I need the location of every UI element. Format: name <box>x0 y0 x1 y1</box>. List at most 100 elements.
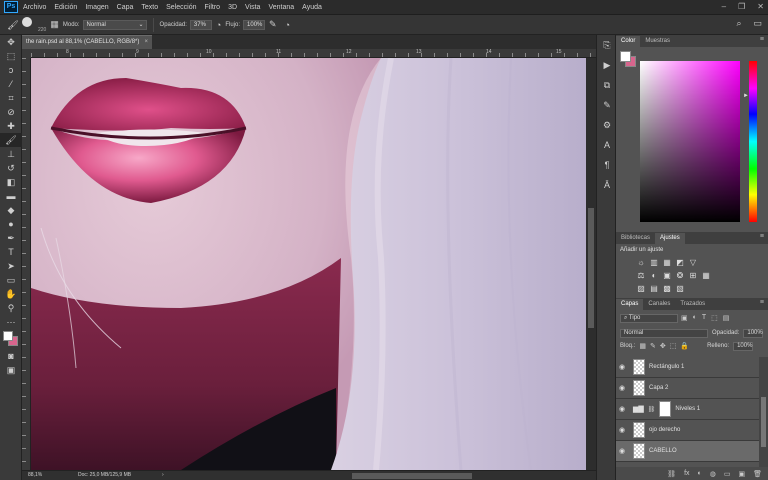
healing-brush-tool-icon[interactable]: ✚ <box>0 119 22 133</box>
color-lookup-icon[interactable]: ▦ <box>701 271 711 280</box>
exposure-icon[interactable]: ◩ <box>675 258 685 267</box>
layer-name[interactable]: Capa 2 <box>649 385 668 391</box>
vibrance-icon[interactable]: ▽ <box>688 258 698 267</box>
black-white-icon[interactable]: ▣ <box>662 271 672 280</box>
brush-size[interactable]: 220 <box>38 27 46 33</box>
delete-layer-icon[interactable]: 🗑 <box>753 470 762 478</box>
menu-vista[interactable]: Vista <box>245 4 260 11</box>
menu-imagen[interactable]: Imagen <box>85 4 108 11</box>
layer-style-icon[interactable]: fx <box>684 470 689 477</box>
hue-saturation-icon[interactable]: ⚖ <box>636 271 646 280</box>
history-brush-tool-icon[interactable]: ↺ <box>0 161 22 175</box>
layer-row[interactable]: ◉ Rectángulo 1 <box>616 357 759 378</box>
adjustment-filter-icon[interactable]: ◐ <box>693 314 697 322</box>
layer-row[interactable]: ◉ Capa 2 <box>616 378 759 399</box>
menu-filtro[interactable]: Filtro <box>205 4 221 11</box>
workspace-icon[interactable]: ▭ <box>753 18 762 29</box>
scroll-thumb[interactable] <box>761 397 766 447</box>
move-tool-icon[interactable]: ✥ <box>0 35 22 49</box>
actions-icon[interactable]: ▶ <box>597 55 617 75</box>
saturation-value-field[interactable] <box>640 61 740 222</box>
mode-select[interactable]: Normal ⌄ <box>82 19 147 30</box>
paragraph-icon[interactable]: ¶ <box>597 155 617 175</box>
add-mask-icon[interactable]: ◐ <box>698 470 702 477</box>
layer-mask-thumbnail[interactable] <box>659 401 672 417</box>
doc-size[interactable]: Doc: 25,0 MB/125,9 MB <box>78 471 131 480</box>
new-layer-icon[interactable]: ▣ <box>738 470 745 478</box>
brightness-icon[interactable]: ☼ <box>636 258 646 267</box>
foreground-color-swatch[interactable] <box>620 51 631 62</box>
shape-filter-icon[interactable]: ⬚ <box>711 314 718 322</box>
photo-filter-icon[interactable]: ❂ <box>675 271 685 280</box>
quick-selection-tool-icon[interactable]: ⁄ <box>0 77 22 91</box>
brush-tool-icon[interactable]: 🖌 <box>0 133 22 147</box>
eye-icon[interactable]: ◉ <box>619 363 629 371</box>
vertical-scrollbar[interactable] <box>586 58 596 470</box>
layer-name[interactable]: ojo derecho <box>649 427 680 433</box>
airbrush-icon[interactable]: ✎ <box>269 19 277 30</box>
dodge-tool-icon[interactable]: ● <box>0 217 22 231</box>
tab-libraries[interactable]: Bibliotecas <box>616 233 655 244</box>
fill-input[interactable]: 100% <box>733 341 754 351</box>
eye-icon[interactable]: ◉ <box>619 405 629 413</box>
menu-texto[interactable]: Texto <box>141 4 158 11</box>
curves-icon[interactable]: ▦ <box>662 258 672 267</box>
layer-row-selected[interactable]: ◉ CABELLO <box>616 441 759 462</box>
layer-name[interactable]: Rectángulo 1 <box>649 364 684 370</box>
lock-position-icon[interactable]: ✥ <box>660 342 666 350</box>
brush-tool-icon[interactable]: 🖌 <box>6 18 20 32</box>
opacity-input[interactable]: 37% <box>189 19 212 30</box>
panel-menu-icon[interactable]: ≡ <box>760 233 764 240</box>
brush-presets-icon[interactable]: ✎ <box>597 95 617 115</box>
path-selection-tool-icon[interactable]: ➤ <box>0 259 22 273</box>
lock-all-icon[interactable]: 🔒 <box>680 342 689 350</box>
search-icon[interactable]: ⌕ <box>736 18 741 29</box>
panel-menu-icon[interactable]: ≡ <box>760 299 764 306</box>
pen-tool-icon[interactable]: ✒ <box>0 231 22 245</box>
hue-slider[interactable] <box>749 61 757 222</box>
tab-layers[interactable]: Capas <box>616 299 644 310</box>
menu-ayuda[interactable]: Ayuda <box>302 4 322 11</box>
eye-icon[interactable]: ◉ <box>619 447 629 455</box>
type-filter-icon[interactable]: T <box>702 314 706 322</box>
hand-tool-icon[interactable]: ✋ <box>0 287 22 301</box>
close-button[interactable]: ✕ <box>757 2 764 12</box>
document-tab[interactable]: the rain.psd al 88,1% (CABELLO, RGB/8*) … <box>22 35 152 49</box>
glyphs-icon[interactable]: Ā <box>597 175 617 195</box>
color-balance-icon[interactable]: ◐ <box>649 271 659 280</box>
eye-icon[interactable]: ◉ <box>619 384 629 392</box>
menu-3d[interactable]: 3D <box>228 4 237 11</box>
levels-icon[interactable]: ▥ <box>649 258 659 267</box>
panel-menu-icon[interactable]: ≡ <box>760 36 764 43</box>
character-icon[interactable]: A <box>597 135 617 155</box>
history-icon[interactable]: ⎘ <box>597 35 617 55</box>
properties-icon[interactable]: ⚙ <box>597 115 617 135</box>
eraser-tool-icon[interactable]: ◧ <box>0 175 22 189</box>
invert-icon[interactable]: ▨ <box>636 284 646 293</box>
threshold-icon[interactable]: ▩ <box>662 284 672 293</box>
zoom-tool-icon[interactable]: ⚲ <box>0 301 22 315</box>
menu-capa[interactable]: Capa <box>117 4 134 11</box>
link-layers-icon[interactable]: ⛓ <box>667 470 676 478</box>
menu-edicion[interactable]: Edición <box>54 4 77 11</box>
type-tool-icon[interactable]: T <box>0 245 22 259</box>
gradient-tool-icon[interactable]: ▬ <box>0 189 22 203</box>
brush-panel-icon[interactable]: ▦ <box>50 19 59 30</box>
ellipsis-icon[interactable]: ⋯ <box>0 315 22 329</box>
layer-name[interactable]: Niveles 1 <box>675 406 700 412</box>
clone-stamp-tool-icon[interactable]: ⊥ <box>0 147 22 161</box>
layer-filter-select[interactable]: ⌕ Tipo <box>620 313 678 323</box>
flow-input[interactable]: 100% <box>243 19 266 30</box>
restore-button[interactable]: ❐ <box>738 2 745 12</box>
layer-row[interactable]: ◉ ▆▇ ⛓ Niveles 1 <box>616 399 759 420</box>
close-icon[interactable]: × <box>144 36 148 49</box>
tab-adjustments[interactable]: Ajustes <box>655 233 685 244</box>
menu-ventana[interactable]: Ventana <box>268 4 294 11</box>
channel-mixer-icon[interactable]: ⊞ <box>688 271 698 280</box>
new-adjustment-icon[interactable]: ◍ <box>710 470 716 478</box>
canvas[interactable] <box>31 58 586 470</box>
screen-mode-icon[interactable]: ▣ <box>0 363 22 377</box>
menu-archivo[interactable]: Archivo <box>23 4 46 11</box>
horizontal-scroll-thumb[interactable] <box>352 473 472 479</box>
rectangle-tool-icon[interactable]: ▭ <box>0 273 22 287</box>
